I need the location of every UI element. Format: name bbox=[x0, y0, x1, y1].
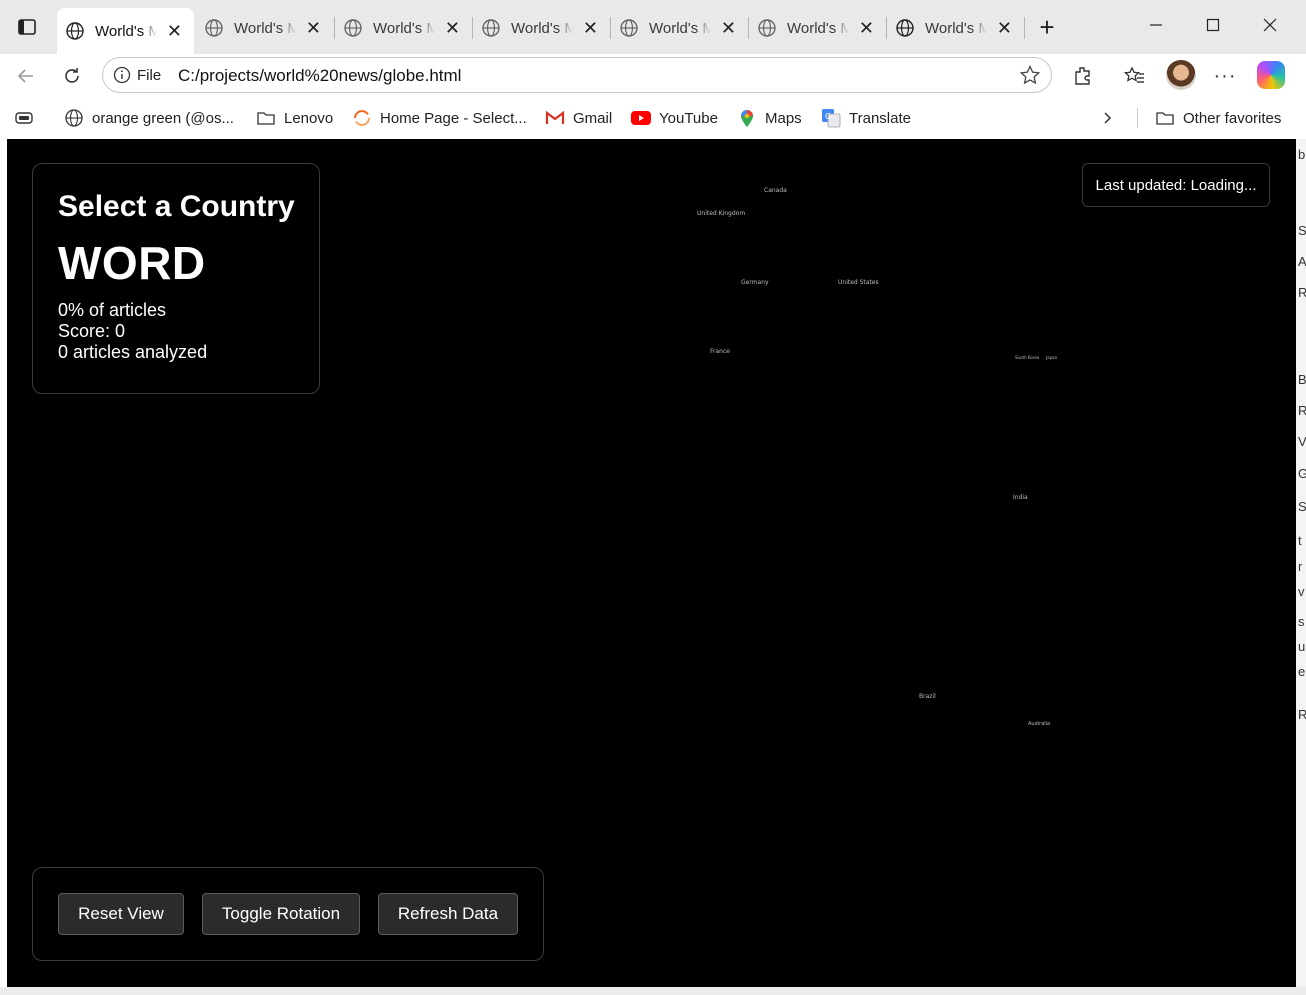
globe-icon bbox=[482, 19, 500, 37]
bookmark-item[interactable]: YouTube bbox=[631, 107, 718, 129]
gmail-icon bbox=[545, 108, 565, 128]
maps-pin-icon bbox=[737, 108, 757, 128]
tab-strip: World's M ✕ World's M ✕ World's M ✕ Worl… bbox=[0, 0, 1306, 54]
globe-icon bbox=[896, 19, 914, 37]
favorite-star-icon[interactable] bbox=[1019, 64, 1041, 86]
country-label-united-kingdom[interactable]: United Kingdom bbox=[697, 210, 745, 217]
back-arrow-icon[interactable] bbox=[10, 60, 42, 92]
bookmark-item[interactable]: orange green (@os... bbox=[64, 107, 234, 129]
browser-toolbar: File C:/projects/world%20news/globe.html… bbox=[0, 54, 1306, 98]
info-icon[interactable] bbox=[113, 66, 131, 84]
new-tab-button[interactable]: + bbox=[1032, 12, 1062, 42]
article-percent: 0% of articles bbox=[58, 300, 167, 320]
country-label-india[interactable]: India bbox=[1013, 494, 1028, 501]
tab-title: World's M bbox=[511, 19, 573, 37]
country-label-germany[interactable]: Germany bbox=[741, 279, 769, 286]
folder-icon bbox=[256, 108, 276, 128]
url-text[interactable]: C:/projects/world%20news/globe.html bbox=[178, 66, 461, 86]
tab-title: World's M bbox=[373, 19, 435, 37]
tab-title: World's M bbox=[649, 19, 711, 37]
chevron-right-icon[interactable] bbox=[1099, 107, 1115, 129]
globe-icon bbox=[64, 108, 84, 128]
globe-icon bbox=[66, 22, 84, 40]
close-icon[interactable]: ✕ bbox=[306, 19, 321, 37]
address-bar[interactable]: File C:/projects/world%20news/globe.html bbox=[102, 57, 1052, 93]
country-heading: Select a Country bbox=[58, 190, 295, 223]
bookmark-label: orange green (@os... bbox=[92, 109, 234, 127]
bookmarks-bar: orange green (@os... Lenovo Home Page - … bbox=[0, 98, 1306, 138]
country-label-canada[interactable]: Canada bbox=[764, 187, 787, 194]
globe-controls: Reset View Toggle Rotation Refresh Data bbox=[32, 867, 544, 961]
browser-tab[interactable]: World's M ✕ bbox=[335, 8, 472, 48]
other-favorites-label: Other favorites bbox=[1183, 109, 1282, 127]
toggle-rotation-button[interactable]: Toggle Rotation bbox=[202, 893, 360, 935]
tab-title: World's M bbox=[787, 19, 849, 37]
tab-actions-icon[interactable] bbox=[14, 107, 34, 129]
last-updated-badge: Last updated: Loading... bbox=[1082, 163, 1270, 207]
maximize-icon[interactable] bbox=[1193, 10, 1233, 40]
close-icon[interactable]: ✕ bbox=[997, 19, 1012, 37]
profile-avatar[interactable] bbox=[1166, 60, 1196, 90]
window-close-icon[interactable] bbox=[1250, 10, 1290, 40]
bookmark-item[interactable]: Gmail bbox=[545, 107, 612, 129]
globe-icon bbox=[344, 19, 362, 37]
bookmark-label: Translate bbox=[849, 109, 911, 127]
close-icon[interactable]: ✕ bbox=[859, 19, 874, 37]
bookmark-item[interactable]: Maps bbox=[737, 107, 802, 129]
youtube-icon bbox=[631, 108, 651, 128]
country-label-australia[interactable]: Australia bbox=[1028, 721, 1050, 727]
tab-title: World's M bbox=[234, 19, 296, 37]
articles-analyzed: 0 articles analyzed bbox=[58, 342, 208, 362]
folder-icon bbox=[1155, 108, 1175, 128]
close-icon[interactable]: ✕ bbox=[167, 22, 182, 40]
bookmark-label: Maps bbox=[765, 109, 802, 127]
bookmark-label: Lenovo bbox=[284, 109, 334, 127]
tab-title: World's M bbox=[925, 19, 987, 37]
bookmark-label: Gmail bbox=[573, 109, 613, 127]
browser-tab[interactable]: World's M ✕ bbox=[473, 8, 610, 48]
browser-tab[interactable]: World's M ✕ bbox=[749, 8, 886, 48]
refresh-data-button[interactable]: Refresh Data bbox=[378, 893, 518, 935]
bookmark-folder[interactable]: Lenovo bbox=[256, 107, 333, 129]
globe-icon bbox=[620, 19, 638, 37]
scheme-label: File bbox=[137, 67, 162, 84]
bookmark-item[interactable]: Home Page - Select... bbox=[352, 107, 527, 129]
bookmark-item[interactable]: G Translate bbox=[821, 107, 911, 129]
extensions-icon[interactable] bbox=[1069, 62, 1097, 90]
svg-text:G: G bbox=[825, 112, 831, 121]
country-label-united-states[interactable]: United States bbox=[838, 279, 879, 286]
score-text: Score: 0 bbox=[58, 321, 126, 341]
bookmark-label: YouTube bbox=[659, 109, 718, 127]
country-label-japan[interactable]: Japan bbox=[1046, 355, 1057, 360]
background-window-edge: e r b S A R B R V G S t r v s u e R bbox=[1296, 139, 1306, 995]
browser-tab[interactable]: World's M ✕ bbox=[887, 8, 1024, 48]
globe-icon bbox=[758, 19, 776, 37]
country-label-france[interactable]: France bbox=[710, 348, 730, 355]
minimize-icon[interactable] bbox=[1136, 10, 1176, 40]
globe-icon bbox=[205, 19, 223, 37]
globe-page[interactable]: Select a Country WORD 0% of articles Sco… bbox=[7, 139, 1296, 987]
close-icon[interactable]: ✕ bbox=[721, 19, 736, 37]
favorites-icon[interactable] bbox=[1121, 62, 1149, 90]
country-label-south-korea[interactable]: South Korea bbox=[1015, 355, 1039, 360]
more-menu-icon[interactable]: ··· bbox=[1211, 62, 1239, 90]
translate-icon: G bbox=[821, 108, 841, 128]
reload-icon[interactable] bbox=[56, 60, 88, 92]
copilot-icon[interactable] bbox=[1257, 61, 1285, 89]
browser-tab[interactable]: World's M ✕ bbox=[57, 8, 194, 54]
taskbar-edge bbox=[0, 987, 1306, 995]
reset-view-button[interactable]: Reset View bbox=[58, 893, 184, 935]
bookmark-label: Home Page - Select... bbox=[380, 109, 527, 127]
other-favorites-folder[interactable]: Other favorites bbox=[1155, 107, 1281, 129]
browser-tab[interactable]: World's M ✕ bbox=[611, 8, 748, 48]
browser-tab[interactable]: World's M ✕ bbox=[196, 8, 333, 48]
tab-title: World's M bbox=[95, 22, 157, 40]
country-label-brazil[interactable]: Brazil bbox=[919, 693, 936, 700]
close-icon[interactable]: ✕ bbox=[583, 19, 598, 37]
spinner-icon bbox=[352, 108, 372, 128]
country-info-panel: Select a Country WORD 0% of articles Sco… bbox=[32, 163, 320, 394]
sidebar-toggle-icon[interactable] bbox=[12, 12, 42, 42]
close-icon[interactable]: ✕ bbox=[445, 19, 460, 37]
top-word: WORD bbox=[58, 237, 206, 289]
